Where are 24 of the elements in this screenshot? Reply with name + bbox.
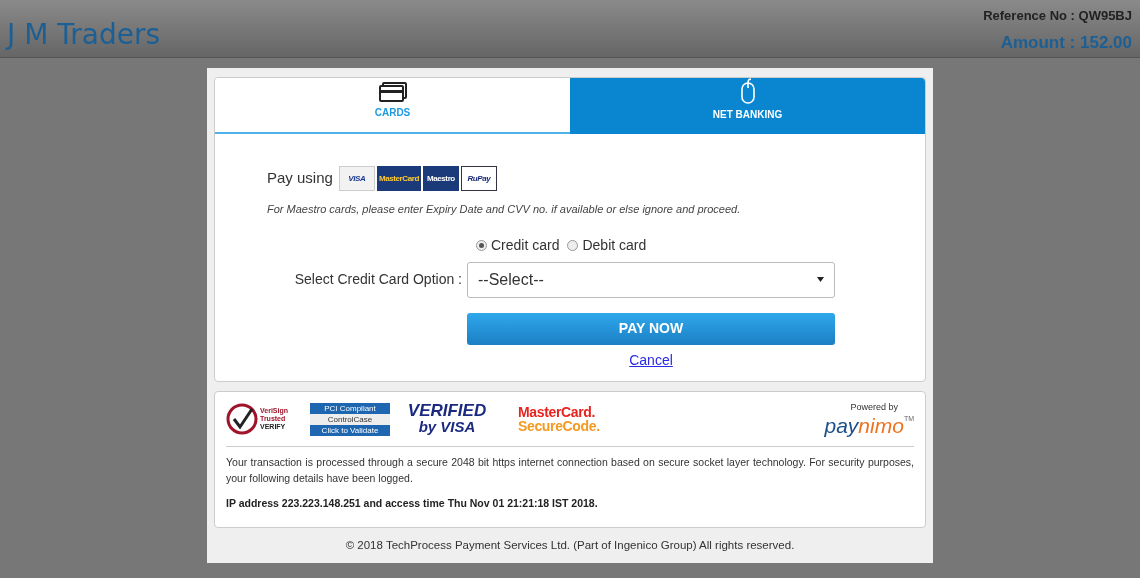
merchant-name: J M Traders — [7, 17, 160, 53]
card-logo: MasterCard — [376, 166, 421, 191]
card-logo: RuPay — [460, 166, 497, 191]
cancel-link[interactable]: Cancel — [629, 349, 673, 371]
maestro-note: For Maestro cards, please enter Expiry Date and CVV no. if available or else ignore and proceed. — [267, 202, 742, 217]
pci-compliant-seal: PCI Compliant ControlCase Click to Validate — [310, 402, 390, 436]
securecode-text: MasterCard. SecureCode. — [518, 405, 600, 433]
card-logo: Maestro — [422, 166, 459, 191]
powered-by-label: Powered by — [850, 401, 898, 415]
dropdown-caret-icon — [817, 277, 824, 282]
verified-by-visa-text: VERIFIED by VISA — [406, 403, 488, 435]
card-icon — [378, 82, 407, 102]
option-label: Select Credit Card Option : — [293, 270, 463, 289]
card-type-radio[interactable]: Credit card — [476, 234, 560, 256]
card-type-radio[interactable]: Debit card — [567, 234, 647, 256]
amount: Amount : 152.00 — [1000, 31, 1132, 54]
copyright-text: © 2018 TechProcess Payment Services Ltd. (Part of Ingenico Group) All rights reserved. — [344, 538, 796, 553]
ip-address-text: IP address 223.223.148.251 and access time Thu Nov 01 21:21:18 IST 2018. — [226, 496, 599, 511]
card-logo: VISA — [338, 166, 375, 191]
card-option-select[interactable]: --Select-- — [467, 261, 835, 298]
pay-using-label: Pay using — [267, 168, 333, 189]
reference-number: Reference No : QW95BJ — [983, 7, 1132, 25]
tab[interactable]: NET BANKING — [570, 78, 925, 134]
security-text: Your transaction is processed through a secure 2048 bit https internet connection based on secure socket layer technology. For security purposes, your following details have been logged. — [226, 455, 914, 486]
